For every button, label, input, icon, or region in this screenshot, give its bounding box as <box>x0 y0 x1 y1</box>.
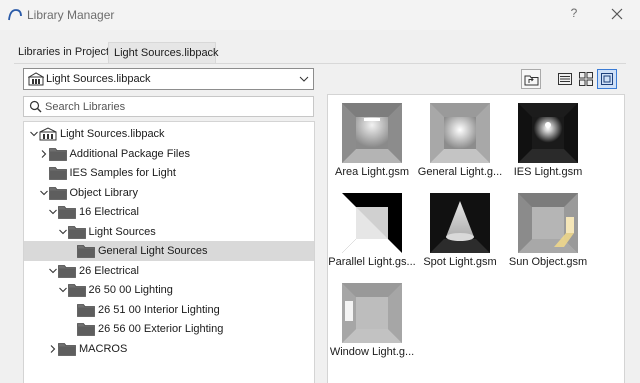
object-item-spot-light[interactable]: Spot Light.gsm <box>418 193 502 283</box>
object-label: Area Light.gsm <box>335 166 409 178</box>
spot-light-thumbnail <box>430 193 490 253</box>
chevron-down-icon[interactable] <box>39 188 49 198</box>
folder-icon <box>58 206 76 219</box>
folder-icon <box>67 284 86 297</box>
tree-item[interactable]: 26 56 00 Exterior Lighting <box>24 319 314 339</box>
tree-item-label: 16 Electrical <box>79 206 139 218</box>
tree-item[interactable]: MACROS <box>24 339 314 359</box>
title-bar: Library Manager ? <box>0 0 640 30</box>
window-title: Library Manager <box>27 8 115 22</box>
object-item-parallel-light[interactable]: Parallel Light.gs... <box>328 193 416 283</box>
tree-item-label: Additional Package Files <box>69 147 190 160</box>
object-item-sun-object[interactable]: Sun Object.gsm <box>506 193 590 283</box>
library-select-value: Light Sources.libpack <box>46 73 151 85</box>
tree-item[interactable]: 26 50 00 Lighting <box>24 280 314 300</box>
general-light-thumbnail <box>430 103 490 163</box>
tree-item-label: 26 Electrical <box>79 264 139 277</box>
list-view-icon <box>558 73 572 85</box>
tree-item[interactable]: 26 Electrical <box>24 261 314 281</box>
area-light-thumbnail <box>342 103 402 163</box>
folder-icon <box>77 245 95 258</box>
window-light-thumbnail <box>342 283 402 343</box>
tree-item-label: Light Sources.libpack <box>60 128 165 140</box>
chevron-down-icon[interactable] <box>29 129 39 139</box>
folder-icon <box>77 323 95 336</box>
chevron-right-icon[interactable] <box>48 344 58 354</box>
tab-light-sources-libpack[interactable]: Light Sources.libpack <box>108 42 219 64</box>
tree-item-label: IES Samples for Light <box>69 167 176 179</box>
chevron-down-icon[interactable] <box>48 207 58 217</box>
chevron-down-icon <box>299 76 309 82</box>
folder-icon <box>58 264 76 278</box>
parallel-light-thumbnail <box>342 193 402 253</box>
small-icons-view-button[interactable] <box>576 69 596 89</box>
object-label: Spot Light.gsm <box>423 256 497 268</box>
object-label: Parallel Light.gs... <box>328 256 416 268</box>
object-label: IES Light.gsm <box>513 166 583 178</box>
tree-item[interactable]: Object Library <box>24 183 314 203</box>
library-icon <box>39 127 57 141</box>
library-select[interactable]: Light Sources.libpack <box>23 68 314 90</box>
folder-icon <box>48 186 67 200</box>
folder-icon <box>48 147 67 161</box>
folder-icon <box>58 342 76 356</box>
object-preview-panel: Area Light.gsm General Light.g... IES Li… <box>327 94 625 383</box>
tree-item[interactable]: Light Sources.libpack <box>24 124 314 144</box>
ies-light-thumbnail <box>518 103 578 163</box>
tree-item-label: Object Library <box>69 186 138 199</box>
chevron-right-icon[interactable] <box>39 149 49 159</box>
tree-item[interactable]: 26 51 00 Interior Lighting <box>24 300 314 320</box>
tab-libraries-in-project[interactable]: Libraries in Project <box>18 42 109 64</box>
chevron-down-icon[interactable] <box>58 285 68 295</box>
tree-item[interactable]: IES Samples for Light <box>24 163 314 183</box>
sun-object-thumbnail <box>518 193 578 253</box>
tree-item-label: 26 51 00 Interior Lighting <box>98 303 220 316</box>
search-icon <box>29 100 42 113</box>
folder-icon <box>77 303 95 317</box>
large-icon-view-icon <box>601 73 613 85</box>
tree-item[interactable]: 16 Electrical <box>24 202 314 222</box>
tree-item-label: General Light Sources <box>98 245 208 257</box>
large-icons-view-button[interactable] <box>597 69 617 89</box>
object-label: General Light.g... <box>417 166 503 178</box>
object-item-general-light[interactable]: General Light.g... <box>418 103 502 193</box>
tree-item[interactable]: General Light Sources <box>24 241 314 261</box>
search-input[interactable] <box>45 99 305 114</box>
object-item-area-light[interactable]: Area Light.gsm <box>330 103 414 193</box>
list-view-button[interactable] <box>555 69 575 89</box>
go-to-parent-folder-button[interactable] <box>521 69 541 89</box>
folder-icon <box>48 167 67 180</box>
tree-item[interactable]: Light Sources <box>24 222 314 242</box>
folder-up-icon <box>524 75 539 86</box>
library-icon <box>28 72 44 86</box>
tree-item[interactable]: Additional Package Files <box>24 144 314 164</box>
folder-icon <box>67 225 86 239</box>
search-box[interactable] <box>23 96 314 117</box>
object-item-window-light[interactable]: Window Light.g... <box>330 283 414 373</box>
object-label: Sun Object.gsm <box>508 256 588 268</box>
grid-view-icon <box>579 72 593 86</box>
tree-item-label: 26 56 00 Exterior Lighting <box>98 323 224 335</box>
tree-item-label: MACROS <box>79 342 128 355</box>
tab-divider <box>14 63 626 64</box>
chevron-down-icon[interactable] <box>58 227 68 237</box>
tree-item-label: 26 50 00 Lighting <box>88 284 173 296</box>
app-icon <box>8 9 22 21</box>
chevron-down-icon[interactable] <box>48 266 58 276</box>
close-icon[interactable] <box>608 5 626 23</box>
object-label: Window Light.g... <box>329 346 415 358</box>
tree-item-label: Light Sources <box>88 225 156 238</box>
library-tree[interactable]: Light Sources.libpack Additional Package … <box>23 121 315 383</box>
help-button[interactable]: ? <box>567 6 581 22</box>
object-item-ies-light[interactable]: IES Light.gsm <box>506 103 590 193</box>
